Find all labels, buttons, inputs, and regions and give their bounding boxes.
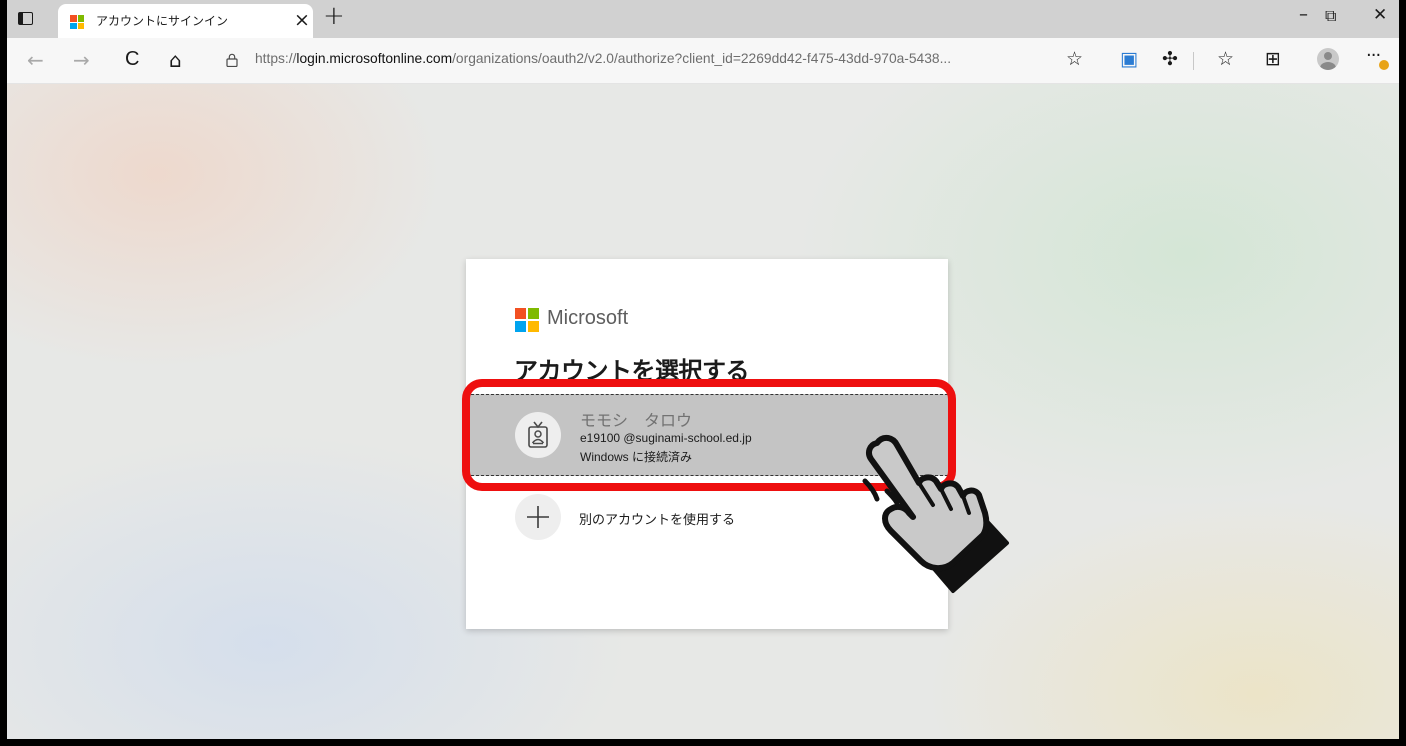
brand-name: Microsoft (547, 307, 629, 329)
minimize-button[interactable]: – (1299, 4, 1308, 25)
tab-title: アカウントにサインイン (96, 14, 229, 28)
pointing-hand-icon (862, 435, 1009, 593)
screenshot-icon[interactable]: ▣ (1120, 48, 1138, 70)
url-scheme: https:// (255, 51, 297, 66)
add-favorite-icon[interactable]: ☆ (1066, 48, 1083, 70)
browser-toolbar: ← → C ⌂ https://login.microsoftonline.co… (7, 38, 1399, 84)
toolbar-divider (1193, 52, 1194, 70)
more-menu-icon[interactable]: ··· (1366, 45, 1381, 66)
collections-icon[interactable]: ⊞ (1265, 48, 1281, 70)
microsoft-favicon-icon (70, 15, 84, 29)
lock-icon (226, 53, 238, 67)
url-host: login.microsoftonline.com (296, 51, 453, 66)
tab-signin[interactable]: アカウントにサインイン × (58, 4, 313, 38)
url-text: https://login.microsoftonline.com/organi… (255, 51, 951, 66)
plus-icon (515, 494, 561, 540)
back-button[interactable]: ← (27, 48, 44, 72)
extensions-icon[interactable]: ✣ (1162, 48, 1178, 70)
favorites-icon[interactable]: ☆ (1217, 48, 1234, 70)
tab-actions-icon[interactable] (15, 9, 35, 29)
tab-strip: アカウントにサインイン × + – ⧉ ✕ (7, 0, 1399, 38)
microsoft-logo-icon (515, 308, 539, 332)
use-another-account-label: 別のアカウントを使用する (579, 513, 736, 528)
tab-close-icon[interactable]: × (294, 9, 310, 31)
profile-avatar[interactable] (1317, 48, 1339, 70)
refresh-button[interactable]: C (125, 48, 139, 71)
close-window-button[interactable]: ✕ (1373, 5, 1387, 25)
new-tab-button[interactable]: + (323, 1, 345, 31)
browser-window: アカウントにサインイン × + – ⧉ ✕ ← → C ⌂ https://lo… (0, 0, 1406, 746)
home-button[interactable]: ⌂ (169, 48, 182, 72)
address-bar[interactable]: https://login.microsoftonline.com/organi… (212, 45, 1102, 76)
update-badge (1379, 60, 1389, 70)
url-path: /organizations/oauth2/v2.0/authorize?cli… (452, 51, 952, 66)
restore-button[interactable]: ⧉ (1325, 6, 1336, 26)
forward-button[interactable]: → (73, 48, 90, 72)
